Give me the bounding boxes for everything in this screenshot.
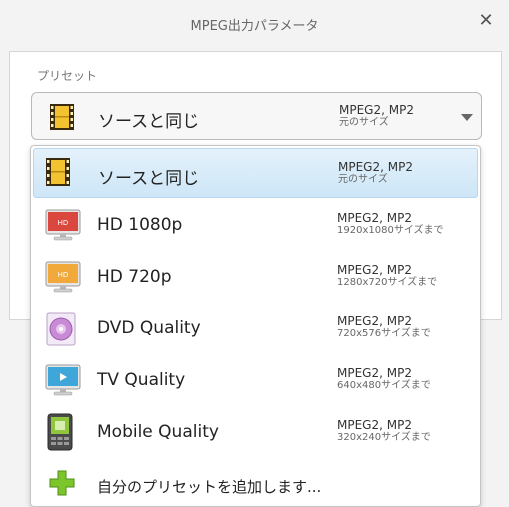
- svg-text:HD: HD: [58, 219, 69, 227]
- list-item-label: ソースと同じ: [98, 169, 200, 189]
- list-item-codec: MPEG2, MP2: [338, 160, 413, 174]
- film-icon: [50, 104, 74, 134]
- selected-preset-codec: MPEG2, MP2: [339, 103, 414, 117]
- list-item-format: MPEG2, MP2 1920x1080サイズまで: [337, 211, 444, 237]
- list-item-size: 320x240サイズまで: [337, 432, 431, 443]
- preset-dropdown[interactable]: ソースと同じ MPEG2, MP2 元のサイズ: [31, 92, 482, 140]
- list-item-hd1080[interactable]: HD HD 1080p MPEG2, MP2 1920x1080サイズまで: [33, 200, 478, 250]
- tv-icon: [45, 364, 81, 400]
- list-item-label: HD 720p: [97, 267, 172, 287]
- list-item-label: Mobile Quality: [97, 422, 219, 442]
- list-item-codec: MPEG2, MP2: [337, 418, 412, 432]
- list-item-source[interactable]: ソースと同じ MPEG2, MP2 元のサイズ: [33, 148, 478, 198]
- mobile-phone-icon: [47, 413, 73, 455]
- close-icon[interactable]: ✕: [477, 12, 495, 30]
- list-item-size: 1280x720サイズまで: [337, 277, 438, 288]
- hd-monitor-orange-icon: HD: [45, 261, 81, 297]
- list-item-dvd[interactable]: DVD Quality MPEG2, MP2 720x576サイズまで: [33, 303, 478, 353]
- preset-list: ソースと同じ MPEG2, MP2 元のサイズ HD HD 1080p MPEG…: [30, 145, 481, 507]
- add-preset-label: 自分のプリセットを追加します...: [97, 478, 322, 496]
- film-icon: [46, 158, 70, 190]
- list-item-format: MPEG2, MP2 元のサイズ: [338, 160, 413, 186]
- hd-monitor-red-icon: HD: [45, 209, 81, 245]
- list-item-format: MPEG2, MP2 320x240サイズまで: [337, 418, 431, 444]
- list-item-format: MPEG2, MP2 640x480サイズまで: [337, 366, 431, 392]
- plus-icon: [49, 470, 75, 500]
- list-item-codec: MPEG2, MP2: [337, 211, 412, 225]
- chevron-down-icon[interactable]: [461, 114, 473, 121]
- list-item-format: MPEG2, MP2 720x576サイズまで: [337, 314, 431, 340]
- list-item-size: 元のサイズ: [338, 174, 388, 185]
- list-item-size: 640x480サイズまで: [337, 380, 431, 391]
- window-title: MPEG出力パラメータ: [190, 19, 319, 34]
- list-item-format: MPEG2, MP2 1280x720サイズまで: [337, 263, 437, 289]
- selected-preset-name: ソースと同じ: [98, 112, 200, 132]
- list-item-mobile[interactable]: Mobile Quality MPEG2, MP2 320x240サイズまで: [33, 407, 478, 457]
- list-item-size: 1920x1080サイズまで: [337, 225, 444, 236]
- selected-preset-format: MPEG2, MP2 元のサイズ: [339, 103, 414, 129]
- list-item-label: TV Quality: [97, 370, 186, 390]
- list-item-size: 720x576サイズまで: [337, 328, 431, 339]
- list-item-hd720[interactable]: HD HD 720p MPEG2, MP2 1280x720サイズまで: [33, 252, 478, 302]
- add-preset-button[interactable]: 自分のプリセットを追加します...: [33, 459, 478, 506]
- dvd-disc-icon: [45, 312, 77, 350]
- selected-preset-size: 元のサイズ: [339, 117, 389, 128]
- list-item-codec: MPEG2, MP2: [337, 263, 412, 277]
- title-bar: MPEG出力パラメータ ✕: [0, 0, 509, 48]
- list-item-tv[interactable]: TV Quality MPEG2, MP2 640x480サイズまで: [33, 355, 478, 405]
- list-item-codec: MPEG2, MP2: [337, 366, 412, 380]
- svg-text:HD: HD: [58, 271, 69, 279]
- list-item-label: HD 1080p: [97, 215, 183, 235]
- list-item-codec: MPEG2, MP2: [337, 314, 412, 328]
- list-item-label: DVD Quality: [97, 318, 201, 338]
- preset-label: プリセット: [37, 69, 98, 83]
